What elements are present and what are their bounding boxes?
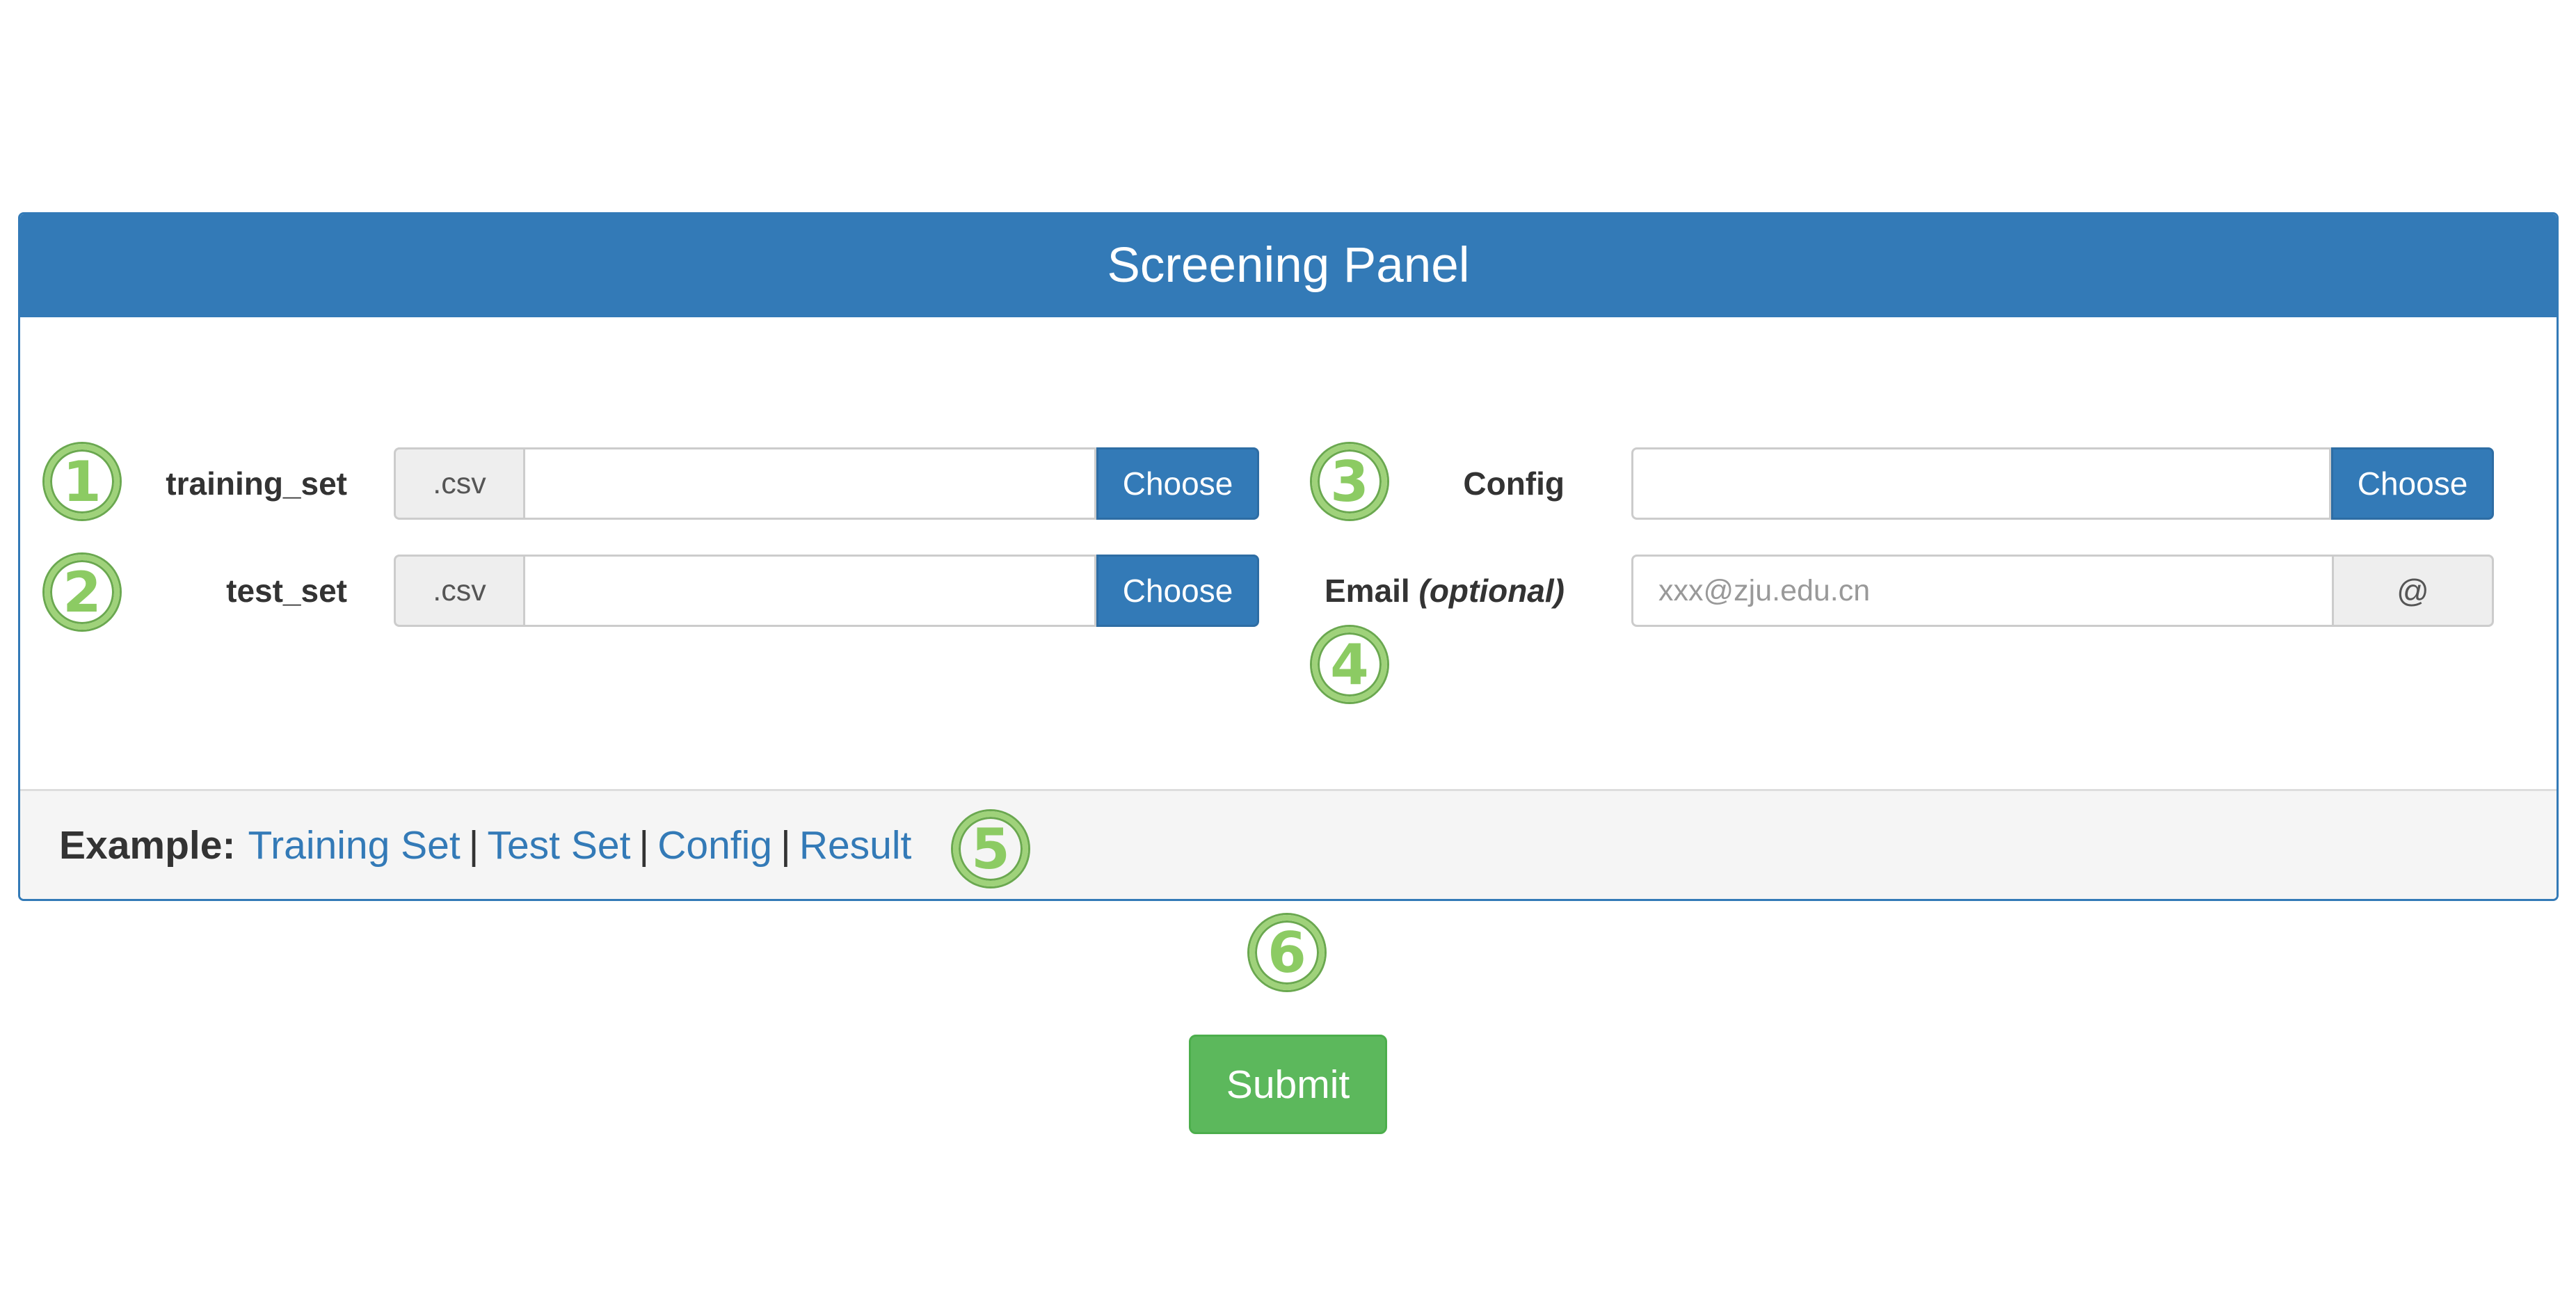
email-field[interactable] <box>1631 555 2334 627</box>
annotation-badge-1: 1 <box>45 444 120 519</box>
annotation-badge-2: 2 <box>45 555 120 630</box>
submit-button[interactable]: Submit <box>1189 1035 1387 1134</box>
email-label: Email (optional) <box>1300 555 1565 627</box>
panel-title: Screening Panel <box>20 214 2557 317</box>
config-input-group: Choose <box>1631 447 2494 520</box>
email-label-text: Email <box>1324 573 1410 609</box>
csv-addon: .csv <box>394 555 523 627</box>
training-set-file-field[interactable] <box>523 447 1096 520</box>
link-separator: | <box>639 822 650 868</box>
annotation-badge-6: 6 <box>1249 915 1325 990</box>
link-separator: | <box>781 822 791 868</box>
email-input-group: @ <box>1631 555 2494 627</box>
annotation-badge-5: 5 <box>953 811 1028 886</box>
test-set-choose-button[interactable]: Choose <box>1096 555 1259 627</box>
at-sign-addon: @ <box>2334 555 2494 627</box>
example-test-set-link[interactable]: Test Set <box>487 822 630 868</box>
example-result-link[interactable]: Result <box>799 822 912 868</box>
example-label: Example: <box>59 822 236 868</box>
screening-panel: Screening Panel training_set .csv Choose… <box>18 212 2559 901</box>
training-set-input-group: .csv Choose <box>394 447 1259 520</box>
config-file-field[interactable] <box>1631 447 2331 520</box>
test-set-label: test_set <box>226 573 347 609</box>
training-set-label: training_set <box>166 465 347 502</box>
link-separator: | <box>468 822 479 868</box>
annotation-badge-4: 4 <box>1312 627 1387 702</box>
example-training-set-link[interactable]: Training Set <box>248 822 460 868</box>
csv-addon: .csv <box>394 447 523 520</box>
training-set-choose-button[interactable]: Choose <box>1096 447 1259 520</box>
test-set-input-group: .csv Choose <box>394 555 1259 627</box>
example-footer: Example: Training Set | Test Set | Confi… <box>20 789 2557 899</box>
example-config-link[interactable]: Config <box>657 822 772 868</box>
test-set-file-field[interactable] <box>523 555 1096 627</box>
config-choose-button[interactable]: Choose <box>2331 447 2494 520</box>
annotation-badge-3: 3 <box>1312 444 1387 519</box>
email-optional-text: (optional) <box>1418 573 1565 609</box>
